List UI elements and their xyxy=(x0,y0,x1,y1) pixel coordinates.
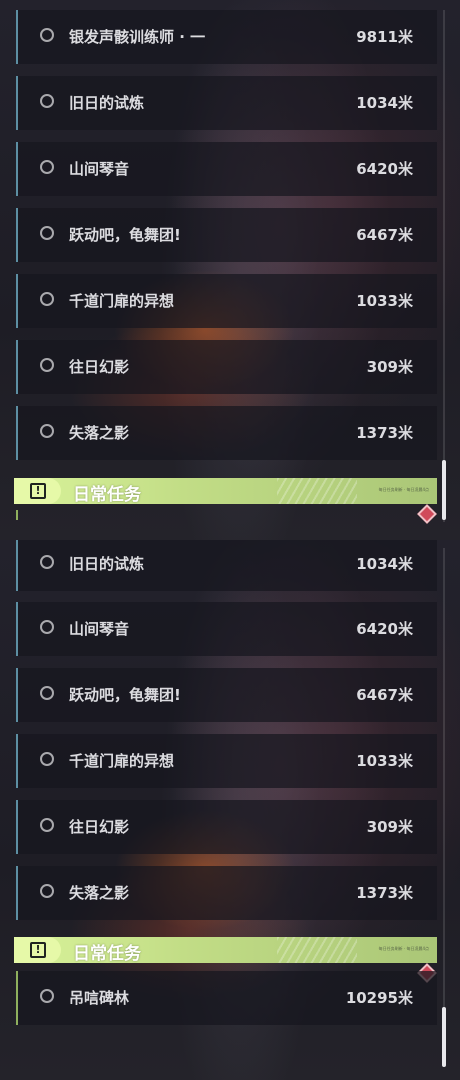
daily-quests-subtitle: 每日任务刷新 · 每日凌晨4点 xyxy=(378,946,429,951)
quest-distance: 1034米 xyxy=(356,94,413,112)
daily-quest-item[interactable]: 吊唁碑林 10295米 xyxy=(16,971,437,1025)
quest-distance: 1033米 xyxy=(356,292,413,310)
quest-item[interactable]: 往日幻影 309米 xyxy=(16,800,437,854)
quest-name: 千道门扉的异想 xyxy=(69,752,175,770)
quest-name: 跃动吧，龟舞团! xyxy=(69,226,181,244)
quest-distance: 9811米 xyxy=(356,28,413,46)
quest-item[interactable]: 山间琴音 6420米 xyxy=(16,602,437,656)
quest-name: 吊唁碑林 xyxy=(69,989,130,1007)
quest-name: 银发声骸训练师 · 一 xyxy=(69,28,206,46)
scrollbar-thumb[interactable] xyxy=(442,1007,446,1067)
exclamation-square-icon: ! xyxy=(30,942,46,958)
quest-name: 失落之影 xyxy=(69,424,130,442)
daily-quests-icon-box: ! xyxy=(14,478,61,504)
quest-status-circle-icon xyxy=(40,620,54,634)
quest-item[interactable]: 银发声骸训练师 · 一 9811米 xyxy=(16,10,437,64)
scrollbar-thumb[interactable] xyxy=(442,460,446,520)
daily-quests-subtitle: 每日任务刷新 · 每日凌晨4点 xyxy=(378,487,429,492)
quest-distance: 1373米 xyxy=(356,884,413,902)
quest-item[interactable]: 山间琴音 6420米 xyxy=(16,142,437,196)
scrollbar-track[interactable] xyxy=(443,10,445,522)
quest-item[interactable]: 千道门扉的异想 1033米 xyxy=(16,734,437,788)
exclamation-square-icon: ! xyxy=(30,483,46,499)
banner-decoration xyxy=(277,937,357,963)
quest-name: 失落之影 xyxy=(69,884,130,902)
quest-item[interactable]: 跃动吧，龟舞团! 6467米 xyxy=(16,668,437,722)
quest-name: 山间琴音 xyxy=(69,160,130,178)
quest-distance: 1034米 xyxy=(356,555,413,573)
quest-distance: 309米 xyxy=(366,818,413,836)
quest-distance: 1033米 xyxy=(356,752,413,770)
daily-quests-title: 日常任务 xyxy=(73,944,141,964)
quest-name: 千道门扉的异想 xyxy=(69,292,175,310)
quest-list-panel-top: 银发声骸训练师 · 一 9811米 旧日的试炼 1034米 山间琴音 6420米… xyxy=(0,0,460,540)
daily-quests-icon-box: ! xyxy=(14,937,61,963)
quest-distance: 10295米 xyxy=(345,989,413,1007)
quest-item[interactable]: 旧日的试炼 1034米 xyxy=(16,540,437,591)
quest-distance: 1373米 xyxy=(356,424,413,442)
quest-distance: 6420米 xyxy=(356,620,413,638)
quest-status-circle-icon xyxy=(40,160,54,174)
quest-status-circle-icon xyxy=(40,686,54,700)
quest-status-circle-icon xyxy=(40,28,54,42)
quest-status-circle-icon xyxy=(40,226,54,240)
daily-quests-title: 日常任务 xyxy=(73,485,141,505)
quest-name: 跃动吧，龟舞团! xyxy=(69,686,181,704)
quest-name: 往日幻影 xyxy=(69,358,130,376)
quest-item[interactable]: 失落之影 1373米 xyxy=(16,866,437,920)
quest-item[interactable]: 千道门扉的异想 1033米 xyxy=(16,274,437,328)
quest-name: 旧日的试炼 xyxy=(69,555,145,573)
quest-item[interactable]: 失落之影 1373米 xyxy=(16,406,437,460)
quest-name: 山间琴音 xyxy=(69,620,130,638)
daily-quest-bar xyxy=(16,510,18,520)
quest-item[interactable]: 跃动吧，龟舞团! 6467米 xyxy=(16,208,437,262)
quest-distance: 6467米 xyxy=(356,226,413,244)
quest-list-panel-bottom: 旧日的试炼 1034米 山间琴音 6420米 跃动吧，龟舞团! 6467米 千道… xyxy=(0,540,460,1080)
quest-status-circle-icon xyxy=(40,292,54,306)
quest-item[interactable]: 旧日的试炼 1034米 xyxy=(16,76,437,130)
quest-status-circle-icon xyxy=(40,752,54,766)
quest-distance: 6467米 xyxy=(356,686,413,704)
quest-item[interactable]: 往日幻影 309米 xyxy=(16,340,437,394)
scrollbar-track[interactable] xyxy=(443,548,445,1066)
quest-status-circle-icon xyxy=(40,358,54,372)
banner-decoration xyxy=(277,478,357,504)
quest-status-circle-icon xyxy=(40,94,54,108)
quest-name: 旧日的试炼 xyxy=(69,94,145,112)
quest-status-circle-icon xyxy=(40,555,54,569)
quest-status-circle-icon xyxy=(40,989,54,1003)
quest-name: 往日幻影 xyxy=(69,818,130,836)
quest-distance: 6420米 xyxy=(356,160,413,178)
daily-quests-header[interactable]: ! 日常任务 每日任务刷新 · 每日凌晨4点 xyxy=(14,478,437,505)
quest-status-circle-icon xyxy=(40,424,54,438)
quest-status-circle-icon xyxy=(40,818,54,832)
daily-quests-header[interactable]: ! 日常任务 每日任务刷新 · 每日凌晨4点 xyxy=(14,937,437,964)
quest-status-circle-icon xyxy=(40,884,54,898)
quest-distance: 309米 xyxy=(366,358,413,376)
